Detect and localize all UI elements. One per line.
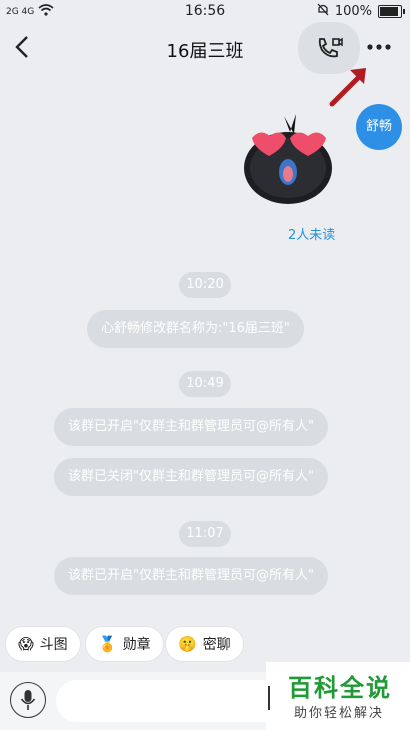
ellipsis-icon: [367, 44, 391, 50]
time-divider: 10:49: [179, 371, 231, 397]
battery-icon: [378, 5, 405, 18]
message-input[interactable]: [56, 680, 296, 722]
annotation-arrow-icon: [329, 68, 366, 107]
secret-chat-icon: 🤫: [178, 635, 197, 653]
quick-sticker-button[interactable]: 😱 斗图: [5, 626, 81, 662]
chick-heart-eyes-sticker-icon: [244, 114, 332, 204]
read-status[interactable]: 2人未读: [288, 224, 335, 243]
watermark-title: 百科全说: [288, 674, 392, 702]
status-bar: 2G 4G 16:56 100%: [0, 0, 410, 22]
sender-avatar[interactable]: 舒畅: [356, 104, 402, 150]
time-divider: 11:07: [179, 521, 231, 547]
system-message: 心舒畅修改群名称为:"16届三班": [87, 310, 304, 348]
phone-video-icon: [318, 37, 343, 58]
battery-percent: 100%: [334, 4, 372, 19]
medal-icon: 🏅: [98, 635, 117, 653]
system-message: 该群已开启"仅群主和群管理员可@所有人": [54, 557, 328, 595]
quick-label: 斗图: [39, 637, 68, 653]
battery-fill: [380, 7, 398, 16]
quick-label: 勋章: [122, 637, 151, 653]
more-options-button[interactable]: [366, 36, 392, 56]
quick-actions-bar: 😱 斗图 🏅 勋章 🤫 密聊: [0, 626, 410, 666]
quick-label: 密聊: [202, 637, 231, 653]
mute-bell-icon: [317, 3, 329, 20]
sticker-icon: 😱: [18, 635, 34, 653]
microphone-icon: [20, 690, 36, 710]
system-message: 该群已关闭"仅群主和群管理员可@所有人": [54, 458, 328, 496]
watermark-subtitle: 助你轻松解决: [294, 706, 385, 721]
cursor-mark: [268, 686, 278, 710]
quick-secret-chat-button[interactable]: 🤫 密聊: [165, 626, 244, 662]
sticker-message[interactable]: [240, 110, 336, 206]
quick-medal-button[interactable]: 🏅 勋章: [85, 626, 164, 662]
voice-button[interactable]: [10, 682, 46, 718]
system-message: 该群已开启"仅群主和群管理员可@所有人": [54, 408, 328, 446]
time-divider: 10:20: [179, 272, 231, 298]
watermark-logo: 百科全说 助你轻松解决: [266, 662, 410, 730]
status-right: 100%: [317, 3, 405, 20]
